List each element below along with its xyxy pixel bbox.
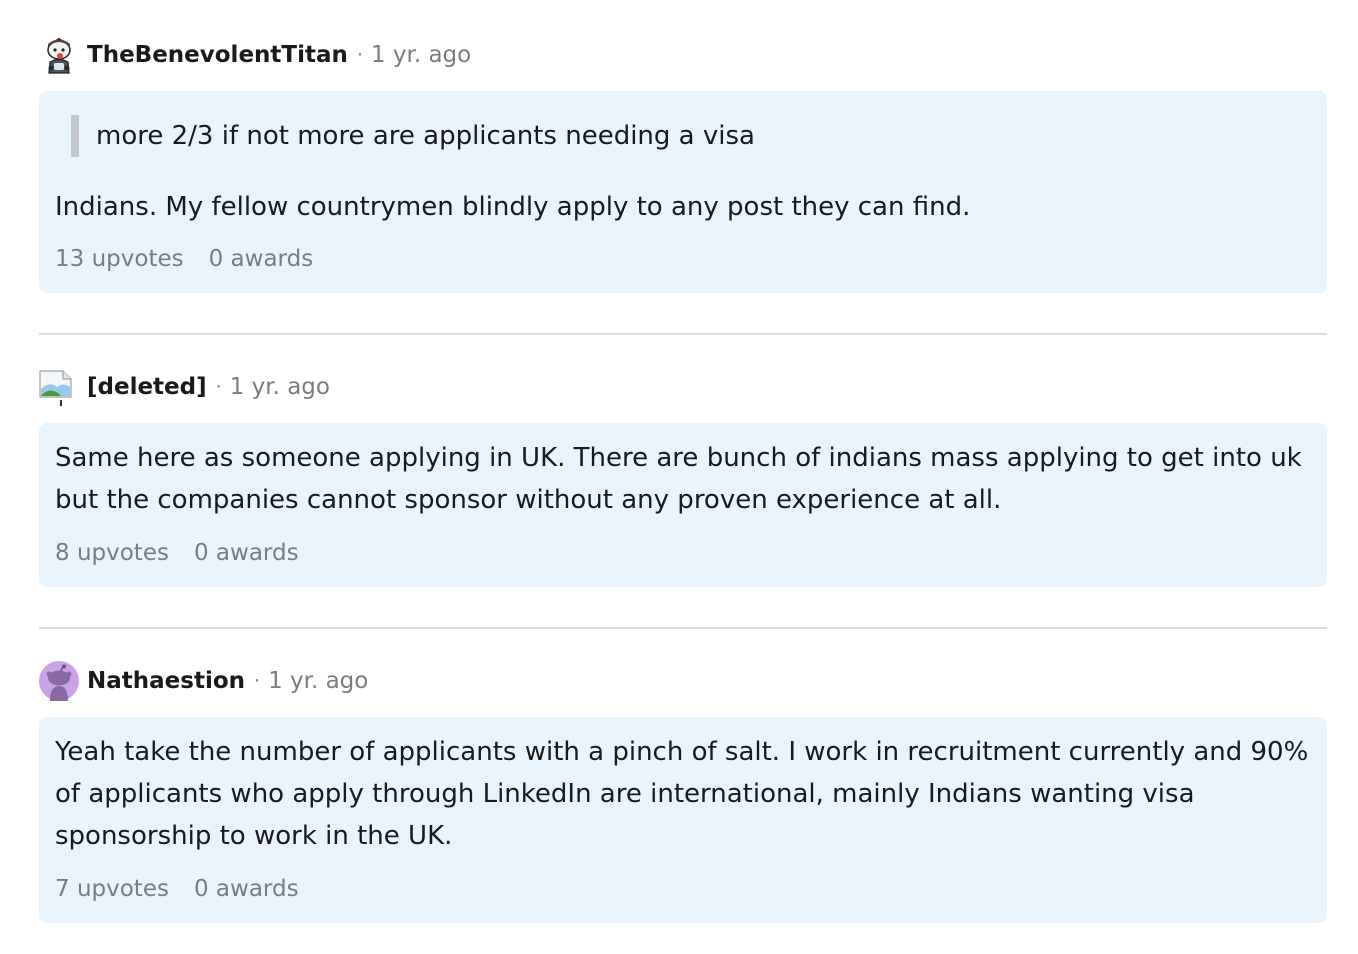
comment-body: Same here as someone applying in UK. The… [39, 423, 1327, 587]
comment-body: more 2/3 if not more are applicants need… [39, 91, 1327, 293]
divider [39, 627, 1327, 629]
username[interactable]: Nathaestion [87, 668, 245, 694]
upvote-count: 8 upvotes [55, 540, 169, 566]
blockquote: more 2/3 if not more are applicants need… [71, 115, 755, 157]
comment-text: Indians. My fellow countrymen blindly ap… [55, 192, 971, 222]
timestamp[interactable]: 1 yr. ago [371, 42, 471, 68]
comment-header: [deleted] · 1 yr. ago [39, 367, 330, 407]
comment-meta: 7 upvotes 0 awards [55, 876, 299, 902]
comment-text: Yeah take the number of applicants with … [55, 737, 1309, 851]
snoo-custom-avatar-icon[interactable] [39, 35, 79, 75]
comment-meta: 8 upvotes 0 awards [55, 540, 299, 566]
separator-dot: · [254, 670, 261, 692]
snoo-default-avatar-icon[interactable] [39, 661, 79, 701]
separator-dot: · [215, 376, 222, 398]
timestamp[interactable]: 1 yr. ago [230, 374, 330, 400]
username[interactable]: [deleted] [87, 374, 207, 400]
award-count: 0 awards [208, 246, 314, 272]
award-count: 0 awards [193, 876, 299, 902]
divider [39, 333, 1327, 335]
comment-header: TheBenevolentTitan · 1 yr. ago [39, 35, 471, 75]
upvote-count: 13 upvotes [55, 246, 184, 272]
username[interactable]: TheBenevolentTitan [87, 42, 348, 68]
comment-meta: 13 upvotes 0 awards [55, 246, 313, 272]
comment-body: Yeah take the number of applicants with … [39, 717, 1327, 923]
comment-text: Same here as someone applying in UK. The… [55, 443, 1302, 515]
timestamp[interactable]: 1 yr. ago [268, 668, 368, 694]
comment-header: Nathaestion · 1 yr. ago [39, 661, 368, 701]
award-count: 0 awards [193, 540, 299, 566]
broken-image-icon[interactable] [39, 367, 79, 407]
separator-dot: · [356, 44, 363, 66]
upvote-count: 7 upvotes [55, 876, 169, 902]
